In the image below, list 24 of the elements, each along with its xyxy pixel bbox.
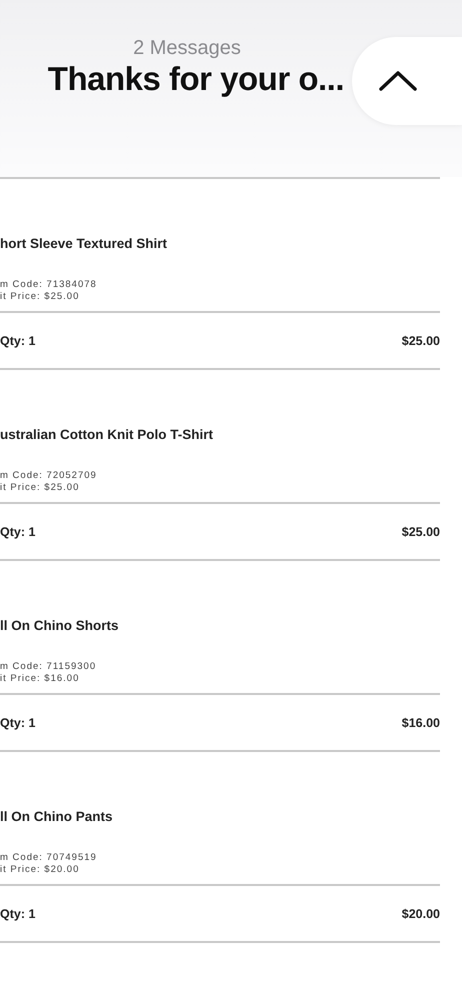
line-total: $25.00: [402, 334, 440, 348]
line-total: $16.00: [402, 716, 440, 730]
item-code: m Code: 71159300: [0, 661, 98, 673]
product-name: ll On Chino Pants: [0, 809, 114, 826]
quantity: Qty: 1: [0, 524, 36, 538]
item-code: m Code: 71384078: [0, 279, 98, 291]
message-title: Thanks for your o...: [48, 60, 344, 98]
unit-price: it Price: $25.00: [0, 291, 80, 303]
item-code: m Code: 72052709: [0, 470, 98, 482]
unit-price: it Price: $25.00: [0, 482, 80, 494]
unit-price: it Price: $16.00: [0, 673, 80, 685]
chevron-up-icon: [378, 70, 418, 92]
line-total: $25.00: [402, 524, 440, 538]
collapse-button[interactable]: [352, 37, 462, 125]
quantity: Qty: 1: [0, 334, 36, 348]
product-name: ustralian Cotton Knit Polo T-Shirt: [0, 427, 214, 444]
line-total: $20.00: [402, 906, 440, 920]
quantity: Qty: 1: [0, 716, 36, 730]
quantity: Qty: 1: [0, 906, 36, 920]
product-name: ll On Chino Shorts: [0, 618, 120, 635]
message-count: 2 Messages: [133, 37, 241, 60]
product-name: hort Sleeve Textured Shirt: [0, 236, 168, 253]
item-code: m Code: 70749519: [0, 852, 98, 864]
unit-price: it Price: $20.00: [0, 864, 80, 876]
